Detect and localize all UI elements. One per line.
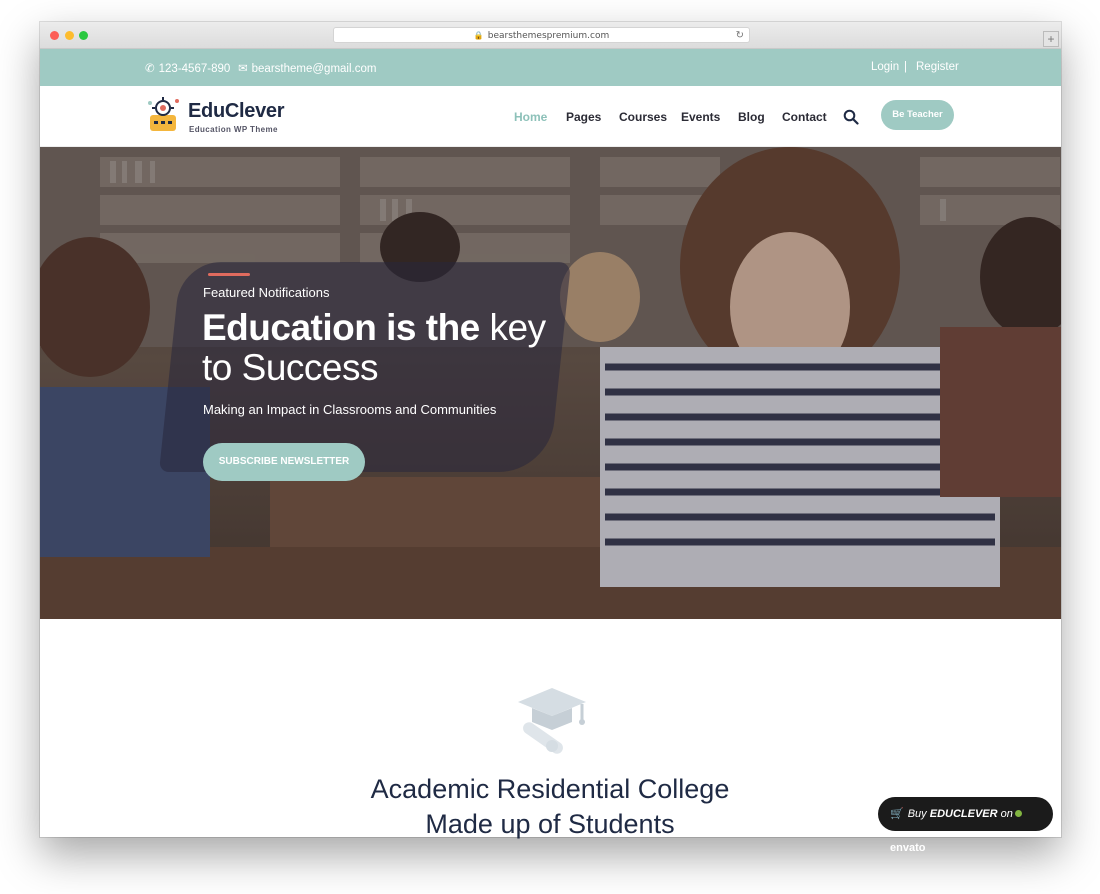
nav-contact[interactable]: Contact	[782, 110, 827, 124]
address-bar[interactable]: 🔒 bearsthemespremium.com ↻	[333, 27, 750, 43]
hero-kicker: Featured Notifications	[203, 285, 330, 300]
topbar-separator: |	[904, 61, 907, 73]
maximize-window-button[interactable]	[79, 31, 88, 40]
browser-chrome: 🔒 bearsthemespremium.com ↻ +	[40, 22, 1061, 49]
phone-icon: ✆	[145, 63, 155, 75]
envato-leaf-icon	[1014, 810, 1022, 817]
logo-icon[interactable]	[144, 95, 184, 135]
reload-icon[interactable]: ↻	[736, 28, 744, 43]
login-link[interactable]: Login	[871, 61, 899, 73]
headline-light-1: key	[489, 307, 547, 348]
top-info-bar: ✆ 123-4567-890 ✉ bearstheme@gmail.com Logi…	[40, 49, 1061, 86]
email-address: bearstheme@gmail.com	[251, 63, 377, 75]
brand-tagline: Education WP Theme	[189, 125, 278, 134]
cart-icon: 🛒	[890, 808, 904, 820]
phone-contact[interactable]: ✆ 123-4567-890	[145, 61, 230, 75]
register-link[interactable]: Register	[916, 61, 959, 73]
lock-icon: 🔒	[473, 31, 484, 40]
new-tab-button[interactable]: +	[1043, 31, 1059, 47]
site-header: EduClever Education WP Theme Home Pages …	[40, 86, 1061, 147]
close-window-button[interactable]	[50, 31, 59, 40]
hero-banner: Featured Notifications Education is the …	[40, 147, 1061, 619]
nav-home[interactable]: Home	[514, 110, 547, 124]
envelope-icon: ✉	[238, 63, 248, 75]
badge-brand: envato	[890, 842, 926, 854]
search-icon[interactable]	[843, 109, 859, 125]
be-teacher-button[interactable]: Be Teacher	[881, 100, 954, 130]
nav-blog[interactable]: Blog	[738, 110, 765, 124]
minimize-window-button[interactable]	[65, 31, 74, 40]
badge-on: on	[1000, 808, 1013, 820]
buy-on-envato-badge[interactable]: 🛒 Buy EDUCLEVER on envato	[878, 797, 1053, 854]
nav-courses[interactable]: Courses	[619, 110, 667, 124]
email-contact[interactable]: ✉ bearstheme@gmail.com	[238, 61, 376, 75]
hero-subline: Making an Impact in Classrooms and Commu…	[203, 402, 497, 417]
accent-line	[208, 273, 250, 276]
graduation-cap-icon	[518, 688, 586, 754]
headline-light-2: to Success	[202, 347, 378, 388]
badge-prefix: Buy	[907, 808, 927, 820]
hero-headline: Education is the key to Success	[202, 308, 546, 388]
badge-product: EDUCLEVER	[929, 808, 998, 820]
nav-events[interactable]: Events	[681, 110, 720, 124]
headline-bold: Education is the	[202, 307, 480, 348]
brand-name[interactable]: EduClever	[188, 100, 285, 123]
url-text: bearsthemespremium.com	[487, 31, 610, 41]
subscribe-newsletter-button[interactable]: SUBSCRIBE NEWSLETTER	[203, 443, 365, 481]
nav-pages[interactable]: Pages	[566, 110, 601, 124]
phone-number: 123-4567-890	[158, 63, 231, 75]
